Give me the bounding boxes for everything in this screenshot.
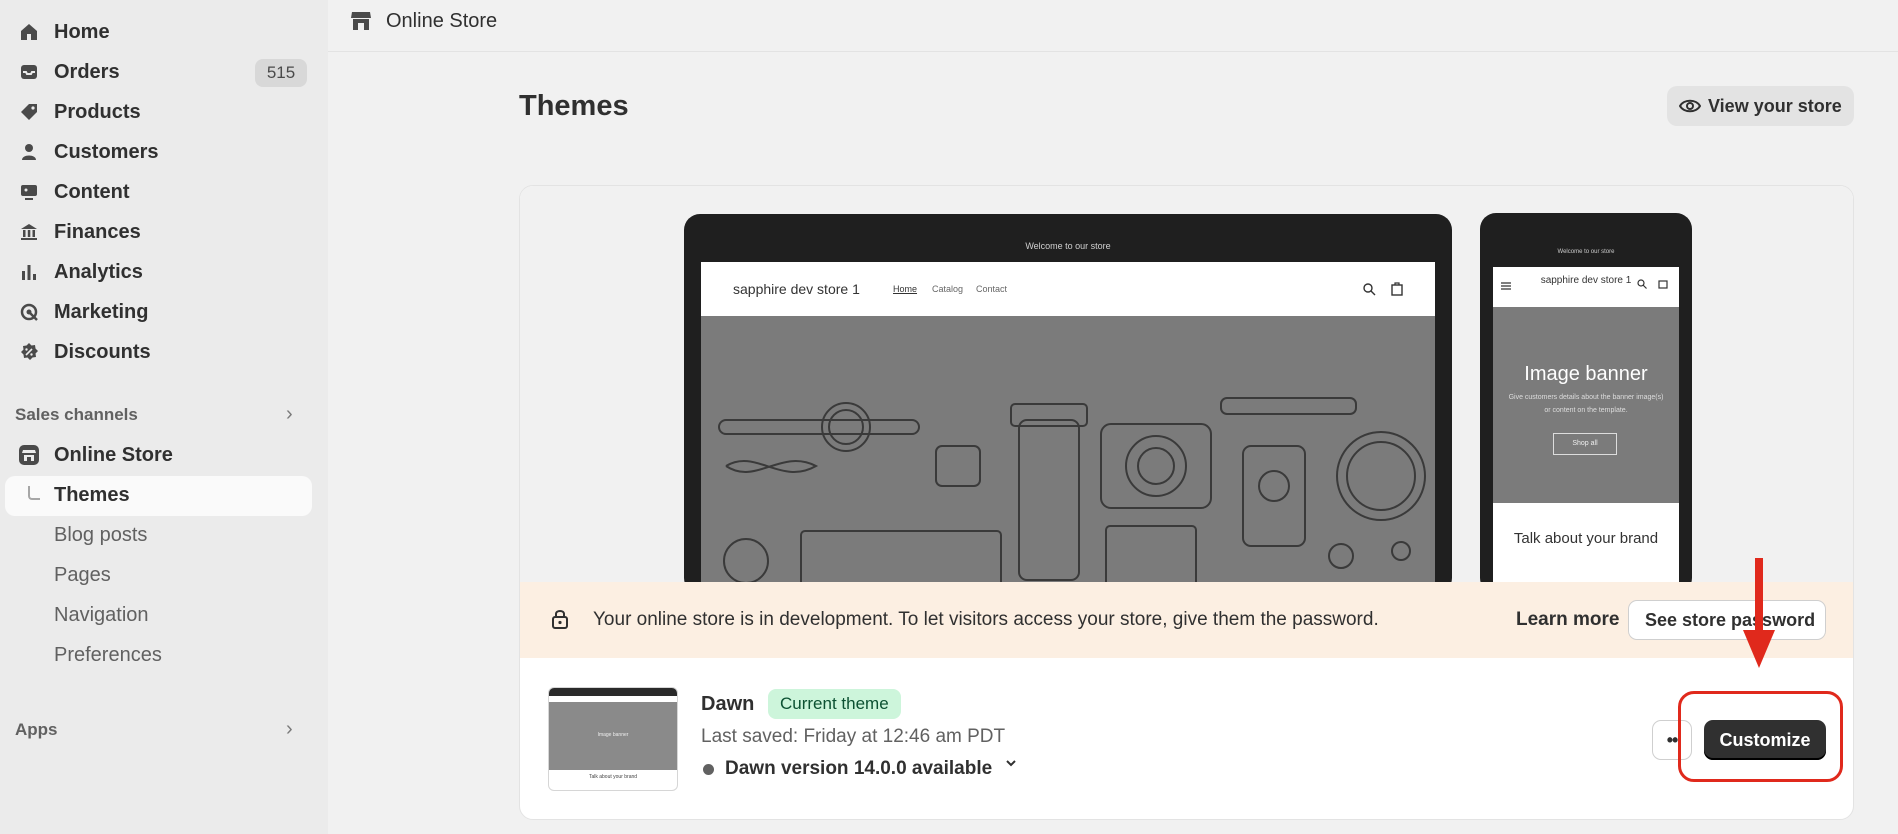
- desktop-screen: sapphire dev store 1 Home Catalog Contac…: [701, 262, 1435, 594]
- nav-analytics[interactable]: Analytics: [0, 254, 320, 290]
- mobile-shop-button: Shop all: [1553, 433, 1617, 455]
- search-icon: [1637, 279, 1647, 289]
- search-icon: [1363, 283, 1376, 296]
- menu-icon: [1501, 282, 1511, 290]
- mobile-banner-title: Image banner: [1524, 363, 1648, 385]
- nav-home[interactable]: Home: [0, 14, 320, 50]
- bank-icon: [18, 221, 40, 243]
- desktop-preview: Welcome to our store sapphire dev store …: [684, 214, 1452, 594]
- lock-icon: [550, 608, 570, 635]
- theme-thumbnail: Image banner Talk about your brand: [548, 687, 678, 791]
- mobile-preview: Welcome to our store sapphire dev store …: [1480, 213, 1692, 594]
- mobile-screen: sapphire dev store 1 Image banner Give c…: [1493, 267, 1679, 594]
- target-icon: [18, 301, 40, 323]
- store-name: sapphire dev store 1: [733, 281, 860, 297]
- active-item-highlight: [5, 476, 312, 516]
- nav-preferences[interactable]: Preferences: [54, 644, 162, 667]
- status-dot: [703, 764, 714, 775]
- chevron-down-icon[interactable]: [1004, 754, 1018, 775]
- version-available-text[interactable]: Dawn version 14.0.0 available: [725, 758, 992, 780]
- topbar-title: Online Store: [386, 10, 498, 32]
- apps-heading[interactable]: Apps: [15, 720, 58, 740]
- preview-nav-contact: Contact: [976, 284, 1008, 294]
- eye-icon: [1678, 96, 1702, 121]
- thumb-banner-label: Image banner: [597, 732, 629, 738]
- orders-count-badge: 515: [255, 59, 307, 87]
- theme-card: Welcome to our store sapphire dev store …: [519, 185, 1854, 820]
- preview-nav-home: Home: [893, 284, 918, 294]
- nav-content[interactable]: Content: [0, 174, 320, 210]
- site-header: sapphire dev store 1 Home Catalog Contac…: [701, 262, 1435, 316]
- view-store-button[interactable]: View your store: [1667, 86, 1854, 126]
- nav-marketing[interactable]: Marketing: [0, 294, 320, 330]
- nav-themes[interactable]: Themes: [54, 484, 130, 507]
- storefront-icon: [18, 444, 40, 466]
- cart-icon: [1391, 282, 1403, 296]
- discount-icon: [18, 341, 40, 363]
- sidebar: Home Orders 515 Products Customers Conte…: [0, 0, 328, 834]
- highlight-box: [1678, 691, 1843, 782]
- hero-image: [701, 316, 1435, 594]
- announcement-bar: Welcome to our store: [1025, 241, 1111, 251]
- nav-finances[interactable]: Finances: [0, 214, 320, 250]
- mobile-header: sapphire dev store 1: [1493, 267, 1679, 307]
- learn-more-link[interactable]: Learn more: [1516, 609, 1619, 631]
- storefront-icon: [349, 9, 373, 33]
- nav-navigation[interactable]: Navigation: [54, 604, 149, 627]
- mobile-store-name: sapphire dev store 1: [1540, 275, 1632, 286]
- cart-icon: [1658, 280, 1668, 289]
- person-icon: [18, 141, 40, 163]
- mobile-banner-text: Give customers details about the banner …: [1508, 394, 1664, 414]
- nav-discounts[interactable]: Discounts: [0, 334, 320, 370]
- last-saved-text: Last saved: Friday at 12:46 am PDT: [701, 726, 1006, 747]
- thumb-topbar: [549, 688, 677, 696]
- mobile-talk-heading: Talk about your brand: [1513, 530, 1659, 547]
- home-icon: [18, 21, 40, 43]
- development-message: Your online store is in development. To …: [593, 609, 1379, 630]
- thumb-talk-label: Talk about your brand: [588, 774, 638, 780]
- content-icon: [18, 181, 40, 203]
- see-store-password-button[interactable]: See store password: [1628, 600, 1826, 640]
- theme-preview[interactable]: Welcome to our store sapphire dev store …: [520, 186, 1853, 594]
- sales-channels-heading[interactable]: Sales channels: [15, 405, 138, 425]
- nav-online-store[interactable]: Online Store: [0, 437, 320, 473]
- chevron-right-icon[interactable]: ›: [286, 718, 293, 741]
- chart-bar-icon: [18, 261, 40, 283]
- hero-illustration: [718, 397, 1426, 594]
- nav-customers[interactable]: Customers: [0, 134, 320, 170]
- current-theme-badge: Current theme: [768, 689, 901, 719]
- nav-blog-posts[interactable]: Blog posts: [54, 524, 147, 547]
- theme-name: Dawn: [701, 693, 755, 715]
- page-title: Themes: [519, 90, 629, 122]
- inbox-icon: [18, 61, 40, 83]
- chevron-right-icon[interactable]: ›: [286, 403, 293, 426]
- tag-icon: [18, 101, 40, 123]
- mobile-announcement: Welcome to our store: [1557, 249, 1615, 255]
- tree-connector: [28, 486, 40, 500]
- nav-products[interactable]: Products: [0, 94, 320, 130]
- arrow-down-icon: [1743, 558, 1775, 668]
- topbar: [328, 0, 1898, 52]
- nav-pages[interactable]: Pages: [54, 564, 111, 587]
- preview-nav-catalog: Catalog: [932, 284, 964, 294]
